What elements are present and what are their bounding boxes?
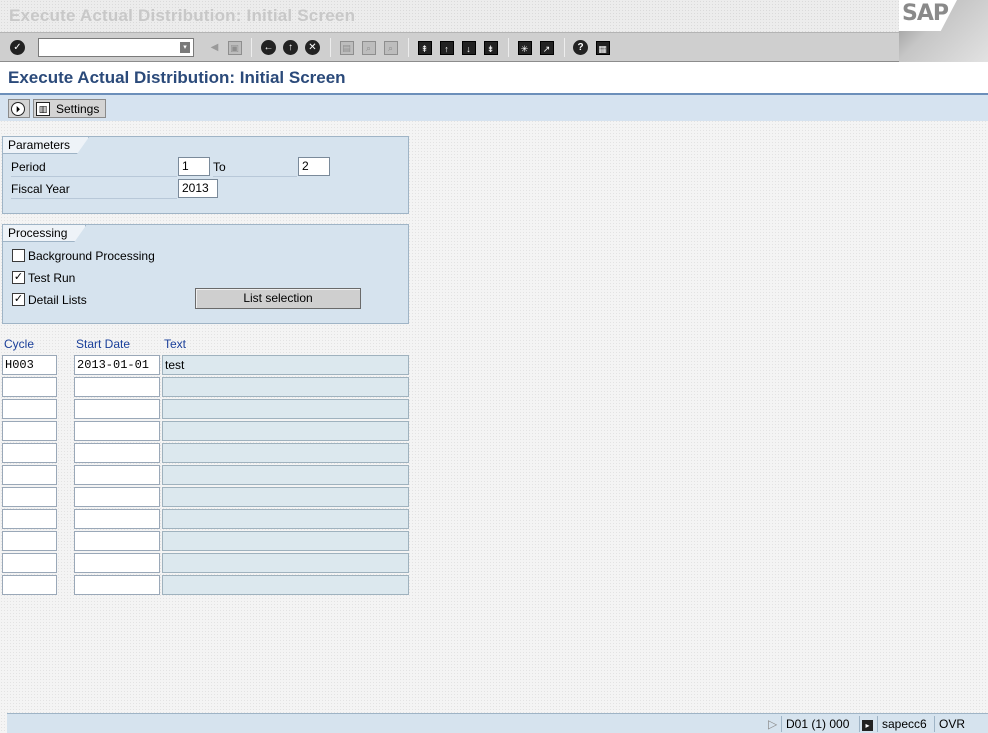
text-cell <box>162 421 409 441</box>
execute-icon: ⏵ <box>11 101 25 116</box>
text-cell <box>162 553 409 573</box>
start-date-cell[interactable]: 2013-01-01 <box>74 355 160 375</box>
parameters-group: Parameters Period 1 To 2 Fiscal Year 201… <box>2 136 409 214</box>
start-date-cell[interactable] <box>74 487 160 507</box>
test-run-label: Test Run <box>28 271 76 285</box>
text-cell: test <box>162 355 409 375</box>
period-label: Period <box>11 158 177 177</box>
parameters-group-title: Parameters <box>3 137 89 154</box>
enter-icon[interactable]: ✓ <box>9 39 26 56</box>
command-field[interactable]: ▾ <box>38 38 194 57</box>
column-header-cycle: Cycle <box>4 337 35 351</box>
application-toolbar: ⏵ ▥ Settings <box>0 93 988 121</box>
start-date-cell[interactable] <box>74 553 160 573</box>
screen-header: Execute Actual Distribution: Initial Scr… <box>0 62 988 93</box>
text-cell <box>162 443 409 463</box>
detail-lists-label: Detail Lists <box>28 293 87 307</box>
list-selection-button[interactable]: List selection <box>195 288 361 309</box>
period-from-field[interactable]: 1 <box>178 157 210 176</box>
detail-lists-checkbox[interactable]: ✓ <box>12 293 25 306</box>
start-date-cell[interactable] <box>74 531 160 551</box>
collapse-command-icon[interactable]: ◀ <box>206 39 223 56</box>
cycle-cell[interactable] <box>2 421 57 441</box>
settings-label: Settings <box>56 101 100 116</box>
window-title: Execute Actual Distribution: Initial Scr… <box>9 6 356 25</box>
text-cell <box>162 575 409 595</box>
cycle-cell[interactable] <box>2 509 57 529</box>
to-label: To <box>213 158 297 177</box>
text-cell <box>162 399 409 419</box>
cycle-cell[interactable] <box>2 377 57 397</box>
fiscal-year-field[interactable]: 2013 <box>178 179 218 198</box>
next-page-icon[interactable]: ↓ <box>460 39 477 56</box>
cancel-icon[interactable]: ✕ <box>304 39 321 56</box>
start-date-cell[interactable] <box>74 465 160 485</box>
column-header-start-date: Start Date <box>76 337 131 351</box>
first-page-icon[interactable]: ⇞ <box>416 39 433 56</box>
toolbar-separator <box>251 38 252 57</box>
window-title-bar: Execute Actual Distribution: Initial Scr… <box>0 0 988 32</box>
cycle-cell[interactable] <box>2 575 57 595</box>
execute-button[interactable]: ⏵ <box>8 99 30 118</box>
page-title: Execute Actual Distribution: Initial Scr… <box>8 68 346 87</box>
cycle-cell[interactable]: H003 <box>2 355 57 375</box>
status-bar: ▷ D01 (1) 000 ▸ sapecc6 OVR <box>7 713 988 733</box>
processing-group-title: Processing <box>3 225 86 242</box>
start-date-cell[interactable] <box>74 421 160 441</box>
cycle-cell[interactable] <box>2 553 57 573</box>
exit-icon[interactable]: ↑ <box>282 39 299 56</box>
period-to-field[interactable]: 2 <box>298 157 330 176</box>
shortcut-icon[interactable]: ↗ <box>538 39 555 56</box>
back-icon[interactable]: ← <box>260 39 277 56</box>
save-icon[interactable]: ▣ <box>226 39 243 56</box>
fiscal-year-label: Fiscal Year <box>11 180 177 199</box>
insert-mode[interactable]: OVR <box>934 716 968 732</box>
system-info: D01 (1) 000 <box>781 716 859 732</box>
command-history-icon[interactable]: ▾ <box>180 42 190 53</box>
background-processing-label: Background Processing <box>28 249 155 263</box>
cycle-cell[interactable] <box>2 531 57 551</box>
find-next-icon[interactable]: ⌕ <box>382 39 399 56</box>
toolbar-separator <box>408 38 409 57</box>
last-page-icon[interactable]: ⇟ <box>482 39 499 56</box>
text-cell <box>162 487 409 507</box>
cycle-cell[interactable] <box>2 443 57 463</box>
column-header-text: Text <box>164 337 187 351</box>
print-icon[interactable]: ▤ <box>338 39 355 56</box>
create-session-icon[interactable]: ✳ <box>516 39 533 56</box>
find-icon[interactable]: ⌕ <box>360 39 377 56</box>
status-expand-icon[interactable]: ▷ <box>764 716 777 732</box>
text-cell <box>162 377 409 397</box>
processing-group: Processing Background Processing ✓ Test … <box>2 224 409 324</box>
cycle-cell[interactable] <box>2 399 57 419</box>
background-processing-checkbox[interactable] <box>12 249 25 262</box>
start-date-cell[interactable] <box>74 575 160 595</box>
text-cell <box>162 465 409 485</box>
text-cell <box>162 531 409 551</box>
cycle-cell[interactable] <box>2 487 57 507</box>
system-info-icon[interactable]: ▸ <box>859 716 877 732</box>
command-input[interactable] <box>39 39 177 56</box>
start-date-cell[interactable] <box>74 399 160 419</box>
test-run-checkbox[interactable]: ✓ <box>12 271 25 284</box>
server-name: sapecc6 <box>877 716 934 732</box>
toolbar-separator <box>564 38 565 57</box>
start-date-cell[interactable] <box>74 443 160 463</box>
text-cell <box>162 509 409 529</box>
settings-icon: ▥ <box>36 101 50 116</box>
start-date-cell[interactable] <box>74 509 160 529</box>
sap-logo-text: SAP <box>902 1 949 26</box>
help-icon[interactable]: ? <box>572 39 589 56</box>
standard-toolbar: ✓ ▾ ◀ ▣ ← ↑ ✕ ▤ ⌕ ⌕ ⇞ ↑ ↓ ⇟ ✳ ↗ ? ▦ <box>0 32 899 62</box>
start-date-cell[interactable] <box>74 377 160 397</box>
toolbar-separator <box>508 38 509 57</box>
sap-logo: SAP <box>899 0 988 62</box>
customize-layout-icon[interactable]: ▦ <box>594 39 611 56</box>
previous-page-icon[interactable]: ↑ <box>438 39 455 56</box>
cycle-cell[interactable] <box>2 465 57 485</box>
toolbar-separator <box>330 38 331 57</box>
settings-button[interactable]: ▥ Settings <box>33 99 107 118</box>
